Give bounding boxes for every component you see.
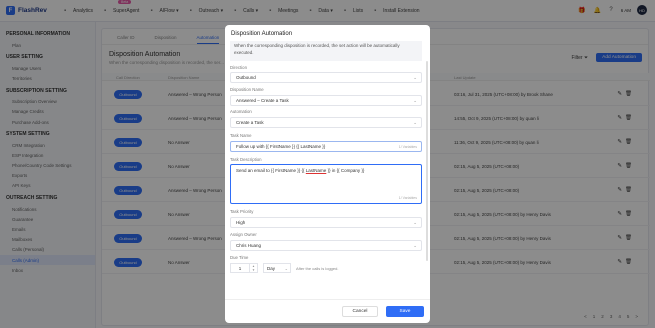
modal-footer: Cancel Save xyxy=(225,299,430,323)
automation-label: Automation xyxy=(230,109,252,114)
task-description-variable-count: 1/ Variables xyxy=(398,196,417,200)
disposition-select[interactable]: Answered – Create a Task ⌄ xyxy=(230,95,422,106)
direction-label: Direction xyxy=(230,65,247,70)
direction-value: Outbound xyxy=(236,75,256,80)
chevron-down-icon: ⌄ xyxy=(284,266,288,271)
due-time-input[interactable]: 1 xyxy=(230,263,250,273)
disposition-value: Answered – Create a Task xyxy=(236,98,289,103)
due-time-stepper[interactable]: ▲ ▼ xyxy=(250,263,258,273)
due-unit-select[interactable]: Day ⌄ xyxy=(263,263,291,273)
chevron-down-icon: ⌄ xyxy=(413,98,417,103)
automation-select[interactable]: Create a Task ⌄ xyxy=(230,117,422,128)
task-name-value: Follow up with {{ FirstName }} {{ LastNa… xyxy=(236,144,326,149)
task-priority-label: Task Priority xyxy=(230,209,254,214)
due-time-row: 1 ▲ ▼ Day ⌄ After the calls is logged. xyxy=(230,263,338,273)
disposition-label: Disposition Name xyxy=(230,87,264,92)
due-unit-value: Day xyxy=(267,266,276,271)
disposition-automation-modal: Disposition Automation When the correspo… xyxy=(225,25,430,323)
task-description-label: Task Description xyxy=(230,157,262,162)
chevron-down-icon: ⌄ xyxy=(413,120,417,125)
modal-body: When the corresponding disposition is re… xyxy=(225,41,430,299)
modal-note: When the corresponding disposition is re… xyxy=(230,41,422,61)
modal-scrollbar[interactable] xyxy=(426,61,428,261)
direction-select[interactable]: Outbound ⌄ xyxy=(230,72,422,83)
save-button[interactable]: Save xyxy=(386,306,424,317)
chevron-down-icon: ⌄ xyxy=(413,75,417,80)
task-priority-value: High xyxy=(236,220,246,225)
due-time-description: After the calls is logged. xyxy=(296,265,339,271)
chevron-down-icon: ⌄ xyxy=(413,220,417,225)
due-time-label: Due Time xyxy=(230,255,249,260)
assign-owner-label: Assign Owner xyxy=(230,232,257,237)
assign-owner-select[interactable]: Chris Huang ⌄ xyxy=(230,240,422,251)
task-description-text: Send an email to {{ FirstName }} {{ xyxy=(236,168,306,173)
automation-value: Create a Task xyxy=(236,120,264,125)
task-description-textarea[interactable]: Send an email to {{ FirstName }} {{ Last… xyxy=(230,164,422,204)
task-description-text-end: }} in {{ Company }} xyxy=(326,168,365,173)
task-priority-select[interactable]: High ⌄ xyxy=(230,217,422,228)
assign-owner-value: Chris Huang xyxy=(236,243,262,248)
cancel-button[interactable]: Cancel xyxy=(342,306,378,317)
task-name-label: Task Name xyxy=(230,133,252,138)
chevron-down-icon: ⌄ xyxy=(413,243,417,248)
task-name-variable-count: 1/ Variables xyxy=(398,145,417,149)
task-name-input[interactable]: Follow up with {{ FirstName }} {{ LastNa… xyxy=(230,141,422,152)
task-description-highlight: LastName xyxy=(305,168,327,173)
modal-title: Disposition Automation xyxy=(231,31,293,37)
chevron-down-icon[interactable]: ▼ xyxy=(252,268,255,272)
